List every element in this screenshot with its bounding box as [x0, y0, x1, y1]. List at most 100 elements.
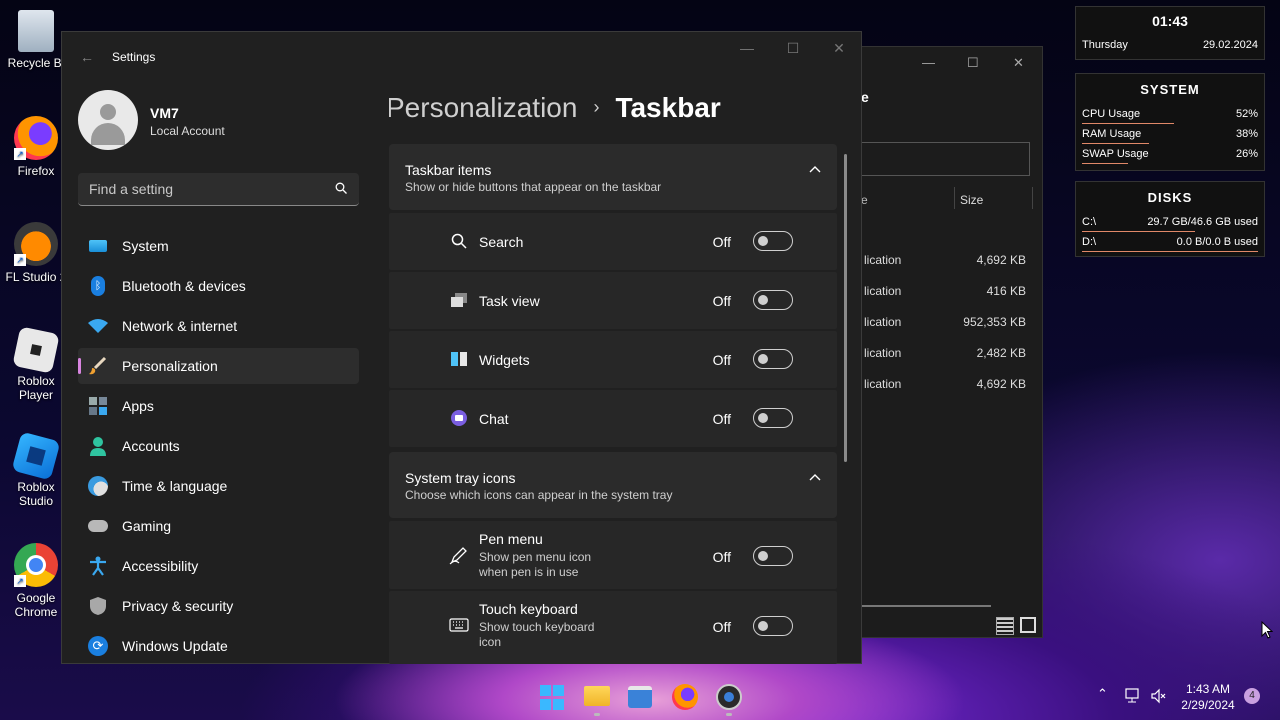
chat-toggle[interactable] [753, 408, 793, 428]
option-touch-keyboard[interactable]: Touch keyboard Show touch keyboard icon … [389, 591, 837, 664]
avatar[interactable] [78, 90, 138, 150]
disk-c-row: C:\ 29.7 GB/46.6 GB used [1082, 216, 1258, 232]
address-bar[interactable] [861, 142, 1030, 176]
fl-studio-icon: ↗ [14, 222, 58, 266]
chat-icon [449, 408, 469, 428]
window-title: Settings [112, 50, 156, 64]
sidebar-nav: System ᛒ Bluetooth & devices Network & in… [78, 228, 359, 668]
chevron-up-icon[interactable] [809, 472, 821, 484]
sidebar-item-label: Apps [122, 398, 154, 414]
accessibility-icon [88, 556, 108, 576]
widget-title: SYSTEM [1140, 82, 1200, 97]
volume-muted-icon[interactable] [1150, 688, 1166, 704]
toggle-state-text: Off [712, 411, 731, 427]
section-title: System tray icons [405, 470, 516, 486]
usage-bar [1082, 123, 1174, 124]
chevron-up-icon[interactable]: ⌃ [1097, 686, 1108, 702]
header-fragment: e [861, 89, 869, 105]
breadcrumb-parent[interactable]: Personalization [389, 92, 577, 123]
sidebar-item-label: Accounts [122, 438, 180, 454]
vertical-scrollbar[interactable] [844, 154, 847, 462]
desktop-icon-label: Firefox [17, 164, 55, 178]
toggle-state-text: Off [712, 234, 731, 250]
sidebar-item-bluetooth[interactable]: ᛒ Bluetooth & devices [78, 268, 359, 304]
column-header-size[interactable]: Size [960, 193, 983, 207]
sidebar-item-label: Bluetooth & devices [122, 278, 246, 294]
sidebar-item-accessibility[interactable]: Accessibility [78, 548, 359, 584]
mouse-cursor-icon [1261, 621, 1273, 639]
running-indicator [726, 713, 732, 716]
search-box[interactable] [78, 173, 359, 206]
sidebar-item-accounts[interactable]: Accounts [78, 428, 359, 464]
notification-badge[interactable]: 4 [1244, 688, 1260, 704]
background-explorer-window[interactable]: — ☐ ✕ e e Size lication 4,692 KB lication… [855, 46, 1043, 638]
chevron-up-icon[interactable] [809, 164, 821, 176]
sidebar-item-privacy-security[interactable]: Privacy & security [78, 588, 359, 624]
sidebar-item-personalization[interactable]: Personalization [78, 348, 359, 384]
touch-keyboard-toggle[interactable] [753, 616, 793, 636]
main-content: Personalization › Taskbar Taskbar items Sh… [389, 32, 849, 664]
option-chat[interactable]: Chat Off [389, 390, 837, 447]
taskbar-date: 2/29/2024 [1181, 698, 1235, 712]
sidebar-item-label: Windows Update [122, 638, 228, 654]
option-label: Chat [479, 411, 509, 427]
accounts-icon [88, 436, 108, 456]
running-indicator [594, 713, 600, 716]
file-row[interactable]: lication 4,692 KB [864, 253, 1026, 273]
column-divider [1032, 187, 1033, 209]
search-toggle[interactable] [753, 231, 793, 251]
taskbar-items-header[interactable]: Taskbar items Show or hide buttons that … [389, 144, 837, 210]
horizontal-scrollbar[interactable] [861, 605, 991, 607]
start-icon[interactable] [540, 685, 566, 711]
gamepad-icon [88, 516, 108, 536]
back-arrow-icon[interactable]: ← [80, 49, 94, 65]
sidebar-item-apps[interactable]: Apps [78, 388, 359, 424]
breadcrumb: Personalization › Taskbar [389, 92, 721, 124]
search-input[interactable] [78, 173, 328, 204]
network-icon[interactable] [1125, 688, 1141, 704]
pen-menu-toggle[interactable] [753, 546, 793, 566]
option-task-view[interactable]: Task view Off [389, 272, 837, 329]
details-view-icon[interactable] [996, 617, 1014, 635]
option-label: Pen menu [479, 531, 543, 547]
apps-icon [88, 396, 108, 416]
sidebar-item-network[interactable]: Network & internet [78, 308, 359, 344]
roblox-studio-icon [11, 431, 61, 481]
section-description: Choose which icons can appear in the sys… [405, 488, 673, 502]
file-row[interactable]: lication 4,692 KB [864, 377, 1026, 397]
task-view-toggle[interactable] [753, 290, 793, 310]
file-row[interactable]: lication 2,482 KB [864, 346, 1026, 366]
file-explorer-icon[interactable] [584, 686, 610, 706]
file-row[interactable]: lication 952,353 KB [864, 315, 1026, 335]
sidebar-item-system[interactable]: System [78, 228, 359, 264]
option-search[interactable]: Search Off [389, 213, 837, 270]
option-widgets[interactable]: Widgets Off [389, 331, 837, 388]
file-row[interactable]: lication 416 KB [864, 284, 1026, 304]
ram-usage-row: RAM Usage 38% [1082, 128, 1258, 144]
taskbar-time: 1:43 AM [1185, 682, 1231, 696]
store-icon[interactable] [628, 686, 652, 708]
firefox-icon[interactable] [672, 684, 698, 710]
system-tray-icons-header[interactable]: System tray icons Choose which icons can… [389, 452, 837, 518]
sidebar-item-label: System [122, 238, 169, 254]
sidebar-item-time-language[interactable]: Time & language [78, 468, 359, 504]
search-icon[interactable] [335, 182, 347, 194]
sidebar-item-windows-update[interactable]: ⟳ Windows Update [78, 628, 359, 664]
keyboard-icon [449, 615, 469, 635]
tiles-view-icon[interactable] [1020, 617, 1036, 633]
sidebar-item-label: Privacy & security [122, 598, 234, 614]
sidebar-item-gaming[interactable]: Gaming [78, 508, 359, 544]
taskbar-clock[interactable]: 1:43 AM 2/29/2024 [1178, 681, 1238, 713]
column-header-fragment[interactable]: e [861, 193, 868, 207]
maximize-icon[interactable]: ☐ [967, 55, 979, 71]
swap-usage-row: SWAP Usage 26% [1082, 148, 1258, 164]
task-view-icon [449, 290, 469, 310]
obs-icon[interactable] [716, 684, 742, 710]
minimize-icon[interactable]: — [922, 55, 935, 70]
desktop-icon-label: Roblox Player [17, 374, 55, 402]
wifi-icon [88, 316, 108, 336]
settings-window: ← Settings — ☐ ✕ VM7 Local Account Syste… [61, 31, 862, 664]
close-icon[interactable]: ✕ [1013, 55, 1024, 71]
option-pen-menu[interactable]: Pen menu Show pen menu icon when pen is … [389, 521, 837, 589]
widgets-toggle[interactable] [753, 349, 793, 369]
